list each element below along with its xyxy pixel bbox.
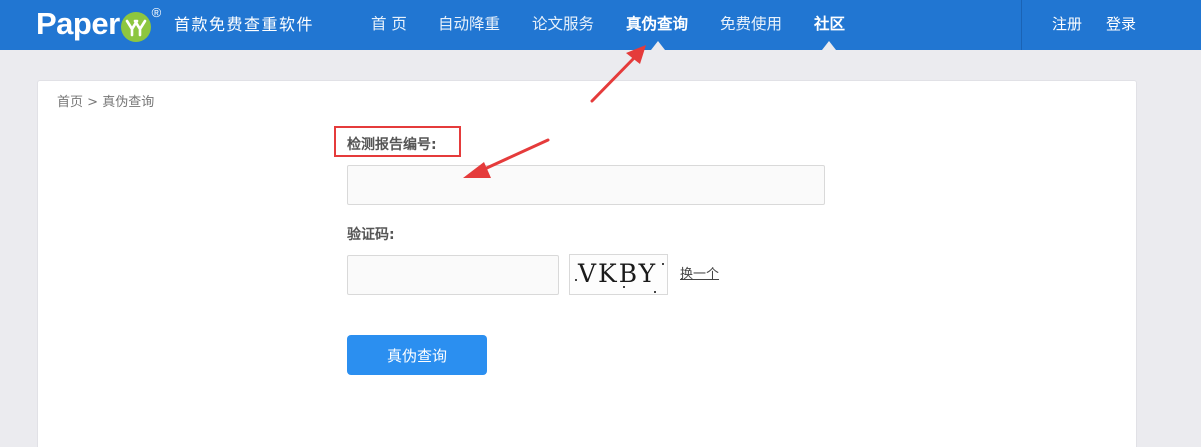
captcha-noise-dot <box>662 263 664 265</box>
captcha-input[interactable] <box>347 255 559 295</box>
captcha-noise-dot <box>623 286 625 288</box>
login-link[interactable]: 登录 <box>1106 0 1136 50</box>
nav-paper-service[interactable]: 论文服务 <box>532 0 594 50</box>
breadcrumb-current: 真伪查询 <box>102 95 155 110</box>
breadcrumb-home[interactable]: 首页 <box>57 95 83 110</box>
nav-home[interactable]: 首 页 <box>371 0 407 50</box>
active-tab-caret <box>651 41 665 50</box>
breadcrumb-separator: > <box>87 95 99 110</box>
verify-submit-button[interactable]: 真伪查询 <box>347 335 487 375</box>
register-link[interactable]: 注册 <box>1052 0 1082 50</box>
nav-divider <box>1021 0 1022 50</box>
brand-slogan: 首款免费查重软件 <box>174 15 315 34</box>
logo-text: Paper <box>36 6 120 41</box>
captcha-noise-dot <box>654 291 656 293</box>
captcha-image-text: VKBY <box>578 259 658 288</box>
report-number-label: 检测报告编号: <box>347 137 437 153</box>
double-y-icon <box>120 12 151 42</box>
community-tab-caret <box>822 41 836 50</box>
top-navbar: Paper ® 首款免费查重软件 首 页 自动降重 论文服务 真伪查询 免费使用… <box>0 0 1201 50</box>
captcha-label: 验证码: <box>347 227 395 243</box>
refresh-captcha-link[interactable]: 换一个 <box>680 266 719 284</box>
report-number-input[interactable] <box>347 165 825 205</box>
breadcrumb: 首页 > 真伪查询 <box>57 94 154 112</box>
brand-logo[interactable]: Paper ® <box>36 4 161 44</box>
registered-mark: ® <box>151 5 162 20</box>
nav-auto-rewrite[interactable]: 自动降重 <box>438 0 500 50</box>
captcha-noise-dot <box>575 279 577 281</box>
captcha-image[interactable]: VKBY <box>569 254 668 295</box>
nav-free-use[interactable]: 免费使用 <box>720 0 782 50</box>
